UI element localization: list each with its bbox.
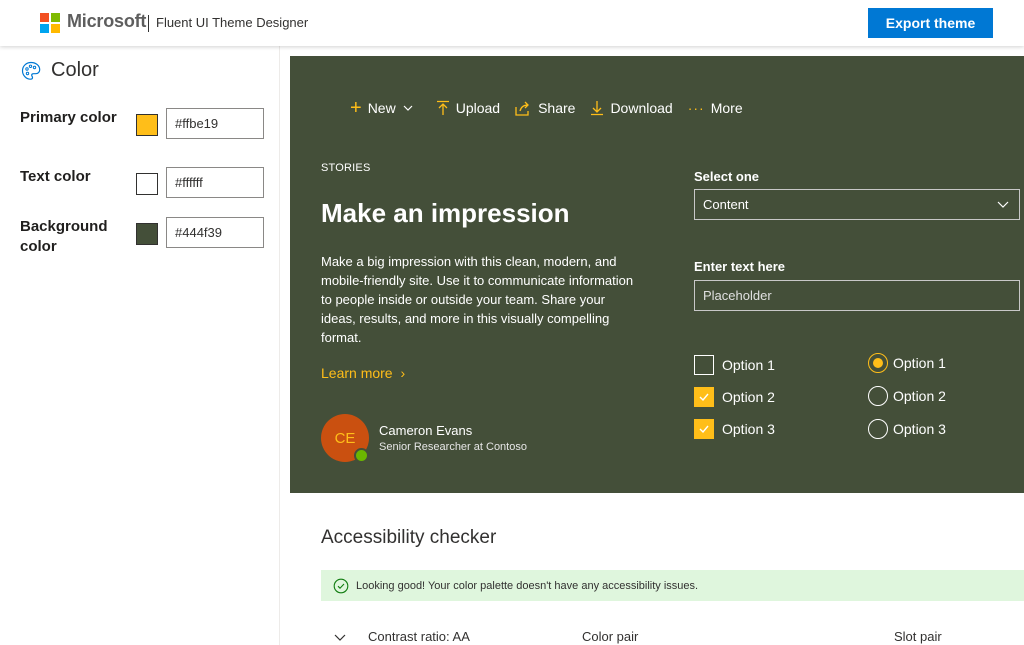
accessibility-title: Accessibility checker [321, 527, 497, 548]
background-color-row: Background color [20, 217, 270, 259]
checkbox-option-2[interactable]: Option 2 [694, 387, 775, 407]
radio-unselected [868, 386, 888, 406]
radio-label: Option 1 [893, 355, 946, 371]
radio-selected [868, 353, 888, 373]
text-color-label: Text color [20, 168, 91, 185]
brand-name: Microsoft [67, 11, 147, 31]
header-divider [148, 15, 149, 32]
accessibility-status-text: Looking good! Your color palette doesn't… [356, 579, 699, 592]
top-bar: Microsoft Fluent UI Theme Designer Expor… [0, 0, 1024, 46]
text-color-row: Text color [20, 167, 270, 199]
radio-label: Option 3 [893, 421, 946, 437]
accessibility-status-bar: Looking good! Your color palette doesn't… [321, 570, 1024, 601]
download-label: Download [610, 100, 673, 116]
command-bar: + New Upload Share Download ··· More [350, 98, 758, 118]
text-input[interactable]: Placeholder [694, 280, 1020, 311]
description: Make a big impression with this clean, m… [321, 254, 634, 345]
learn-more-link[interactable]: Learn more › [321, 365, 405, 381]
share-label: Share [538, 100, 576, 116]
more-label: More [710, 100, 743, 116]
text-input-placeholder: Placeholder [703, 288, 772, 303]
checkmark-icon [699, 425, 709, 434]
eyebrow-label: STORIES [321, 162, 371, 174]
checkbox-unchecked [694, 355, 714, 375]
download-command[interactable]: Download [590, 100, 673, 116]
background-color-label: Background color [20, 218, 108, 255]
download-icon [591, 101, 604, 116]
radio-option-1[interactable]: Option 1 [868, 353, 946, 373]
radio-option-3[interactable]: Option 3 [868, 419, 946, 439]
presence-available-icon [354, 448, 369, 463]
export-theme-button[interactable]: Export theme [868, 8, 993, 38]
product-name: Fluent UI Theme Designer [156, 15, 309, 30]
more-command[interactable]: ··· More [688, 100, 743, 116]
color-section-title: Color [51, 59, 99, 81]
share-command[interactable]: Share [515, 100, 575, 116]
checkbox-label: Option 3 [722, 421, 775, 437]
chevron-down-icon[interactable] [333, 633, 347, 643]
radio-unselected [868, 419, 888, 439]
theme-preview: + New Upload Share Download ··· More STO… [290, 56, 1024, 493]
add-icon: + [350, 97, 362, 119]
persona-role: Senior Researcher at Contoso [379, 441, 527, 453]
palette-icon [21, 61, 41, 80]
select-dropdown[interactable]: Content [694, 189, 1020, 220]
column-header-contrast[interactable]: Contrast ratio: AA [368, 629, 470, 644]
checkbox-label: Option 2 [722, 389, 775, 405]
column-header-color-pair[interactable]: Color pair [582, 629, 638, 644]
chevron-down-icon [997, 201, 1009, 208]
checkbox-option-1[interactable]: Option 1 [694, 355, 775, 375]
radio-label: Option 2 [893, 388, 946, 404]
select-value: Content [703, 197, 749, 212]
column-header-slot-pair[interactable]: Slot pair [894, 629, 942, 644]
checkbox-checked [694, 419, 714, 439]
learn-more-label: Learn more [321, 365, 393, 381]
new-command[interactable]: + New [350, 98, 421, 118]
headline: Make an impression [321, 198, 570, 228]
chevron-right-icon: › [400, 365, 406, 381]
upload-command[interactable]: Upload [436, 100, 500, 116]
primary-color-input[interactable] [166, 108, 264, 139]
share-icon [515, 101, 529, 116]
new-label: New [367, 100, 396, 116]
background-color-input[interactable] [166, 217, 264, 248]
more-icon: ··· [687, 100, 705, 116]
upload-label: Upload [455, 100, 501, 116]
select-label: Select one [694, 169, 760, 184]
check-circle-icon [333, 578, 349, 593]
checkbox-label: Option 1 [722, 357, 775, 373]
text-field-label: Enter text here [694, 259, 786, 274]
checkbox-option-3[interactable]: Option 3 [694, 419, 775, 439]
checkmark-icon [699, 393, 709, 402]
primary-color-row: Primary color [20, 108, 270, 150]
upload-icon [436, 100, 449, 115]
chevron-down-icon [403, 105, 413, 111]
checkbox-checked [694, 387, 714, 407]
background-color-swatch[interactable] [136, 223, 158, 245]
primary-color-label: Primary color [20, 109, 117, 126]
text-color-swatch[interactable] [136, 173, 158, 195]
color-sidebar: Color Primary color Text color Backgroun… [0, 46, 280, 645]
microsoft-logo-icon [40, 13, 60, 33]
text-color-input[interactable] [166, 167, 264, 198]
color-section-header: Color [20, 59, 99, 82]
radio-option-2[interactable]: Option 2 [868, 386, 946, 406]
primary-color-swatch[interactable] [136, 114, 158, 136]
persona-name: Cameron Evans [379, 423, 473, 438]
